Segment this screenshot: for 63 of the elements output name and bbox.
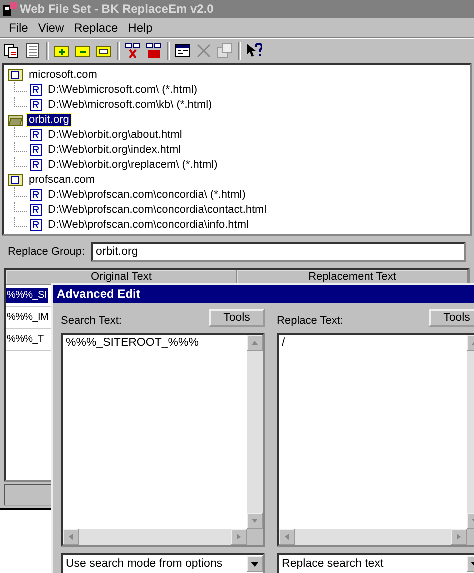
input-field[interactable]: orbit.org	[91, 242, 466, 262]
tree-item[interactable]: microsoft.com	[27, 68, 100, 80]
field-label: Search Text:	[61, 315, 122, 327]
file-icon	[30, 188, 42, 200]
file-icon	[30, 158, 42, 170]
tree-item[interactable]: D:\Web\orbit.org\index.html	[48, 144, 182, 156]
copy-document-icon[interactable]	[4, 43, 20, 59]
tools-button[interactable]: Tools	[209, 309, 266, 327]
scroll-right-icon[interactable]	[237, 534, 242, 540]
tree-item[interactable]: profscan.com	[27, 174, 98, 186]
menu-item[interactable]: Help	[123, 20, 158, 34]
scrollbar-corner	[247, 529, 264, 545]
properties-icon[interactable]	[217, 43, 233, 59]
text-area[interactable]: /	[277, 333, 474, 547]
vertical-scrollbar[interactable]	[247, 335, 264, 529]
open-folder-icon	[8, 112, 24, 126]
window-icon[interactable]	[175, 43, 191, 59]
tree-item[interactable]: D:\Web\orbit.org\replacem\ (*.html)	[48, 158, 218, 170]
tree-item[interactable]: orbit.org	[27, 114, 72, 126]
file-icon	[30, 218, 42, 230]
delete-replace-icon[interactable]	[125, 43, 141, 59]
tree-item[interactable]: D:\Web\microsoft.com\ (*.html)	[48, 84, 198, 96]
menu-item[interactable]: File	[4, 20, 34, 34]
file-icon	[30, 84, 42, 96]
text-area[interactable]: %%%_SITEROOT_%%%	[61, 333, 266, 547]
scroll-right-icon[interactable]	[457, 534, 461, 540]
dropdown[interactable]: Use search mode from options	[61, 553, 266, 573]
field-label: Replace Group:	[8, 246, 86, 258]
dropdown[interactable]: Replace search text	[277, 553, 474, 573]
scroll-down-icon[interactable]	[252, 519, 258, 523]
scroll-left-icon[interactable]	[69, 534, 73, 540]
tree-item[interactable]: D:\Web\orbit.org\about.html	[48, 128, 182, 140]
text-value: %%%_SITEROOT_%%%	[66, 337, 199, 349]
folder-icon	[8, 172, 24, 186]
window-title: Web File Set - BK ReplaceEm v2.0	[20, 2, 214, 16]
field-label: Replace Text:	[277, 315, 344, 327]
scroll-up-icon[interactable]	[252, 341, 258, 345]
close-icon[interactable]	[196, 43, 212, 59]
scroll-left-icon[interactable]	[285, 534, 290, 540]
file-icon	[30, 144, 42, 156]
file-icon	[30, 128, 42, 140]
tree-item[interactable]: D:\Web\profscan.com\concordia\info.html	[48, 218, 249, 230]
dialog-title: Advanced Edit	[53, 285, 474, 303]
caret-icon	[251, 562, 260, 566]
table-cell[interactable]: %%%_SI	[6, 288, 48, 303]
tree-item[interactable]: D:\Web\profscan.com\concordia\contact.html	[48, 204, 267, 216]
folder-icon	[8, 68, 24, 82]
table-cell[interactable]: %%%_IM	[6, 310, 50, 325]
tree-item[interactable]: D:\Web\microsoft.com\kb\ (*.html)	[48, 98, 212, 110]
text-value: /	[282, 337, 286, 349]
horizontal-scrollbar[interactable]	[279, 529, 467, 545]
horizontal-scrollbar[interactable]	[63, 529, 248, 545]
advanced-edit-icon[interactable]	[146, 43, 162, 59]
help-pointer-icon[interactable]	[246, 43, 262, 59]
tools-button[interactable]: Tools	[429, 309, 474, 327]
file-icon	[30, 98, 42, 110]
table-cell[interactable]: %%%_T	[6, 332, 45, 347]
tree-item[interactable]: D:\Web\profscan.com\concordia\ (*.html)	[48, 188, 246, 200]
menu-item[interactable]: Replace	[69, 20, 124, 34]
file-icon	[30, 204, 42, 216]
list-icon[interactable]	[25, 43, 41, 59]
menu-item[interactable]: View	[33, 20, 70, 34]
app-logo-icon	[3, 2, 17, 16]
